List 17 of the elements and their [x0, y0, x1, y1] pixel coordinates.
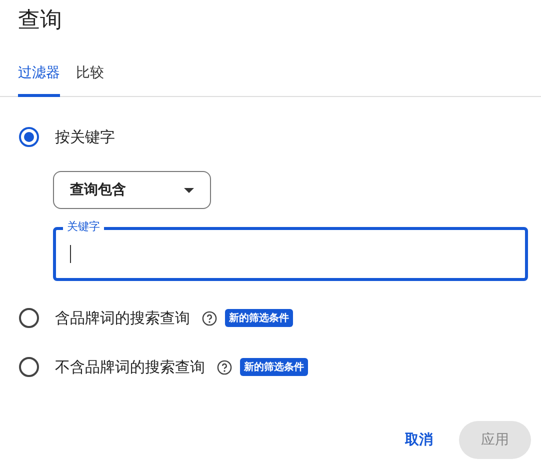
radio-button[interactable]: [19, 357, 39, 377]
condition-dropdown[interactable]: 查询包含: [53, 171, 211, 209]
tab[interactable]: 比较: [76, 58, 104, 97]
dropdown-caret-icon: [184, 188, 194, 192]
field-label: 关键字: [63, 220, 104, 234]
option-label: 含品牌词的搜索查询: [55, 308, 190, 328]
radio-button[interactable]: [19, 127, 39, 147]
option-label: 不含品牌词的搜索查询: [55, 358, 205, 376]
help-icon[interactable]: [217, 360, 232, 374]
help-icon[interactable]: [202, 310, 217, 326]
new-filter-badge: 新的筛选条件: [240, 358, 308, 376]
tab[interactable]: 过滤器: [18, 58, 60, 97]
radio-button[interactable]: [19, 308, 39, 328]
cancel-button[interactable]: 取消: [403, 421, 435, 459]
dialog-title: 查询: [17, 7, 63, 35]
option-label: 按关键字: [55, 128, 115, 146]
new-filter-badge: 新的筛选条件: [225, 309, 293, 327]
